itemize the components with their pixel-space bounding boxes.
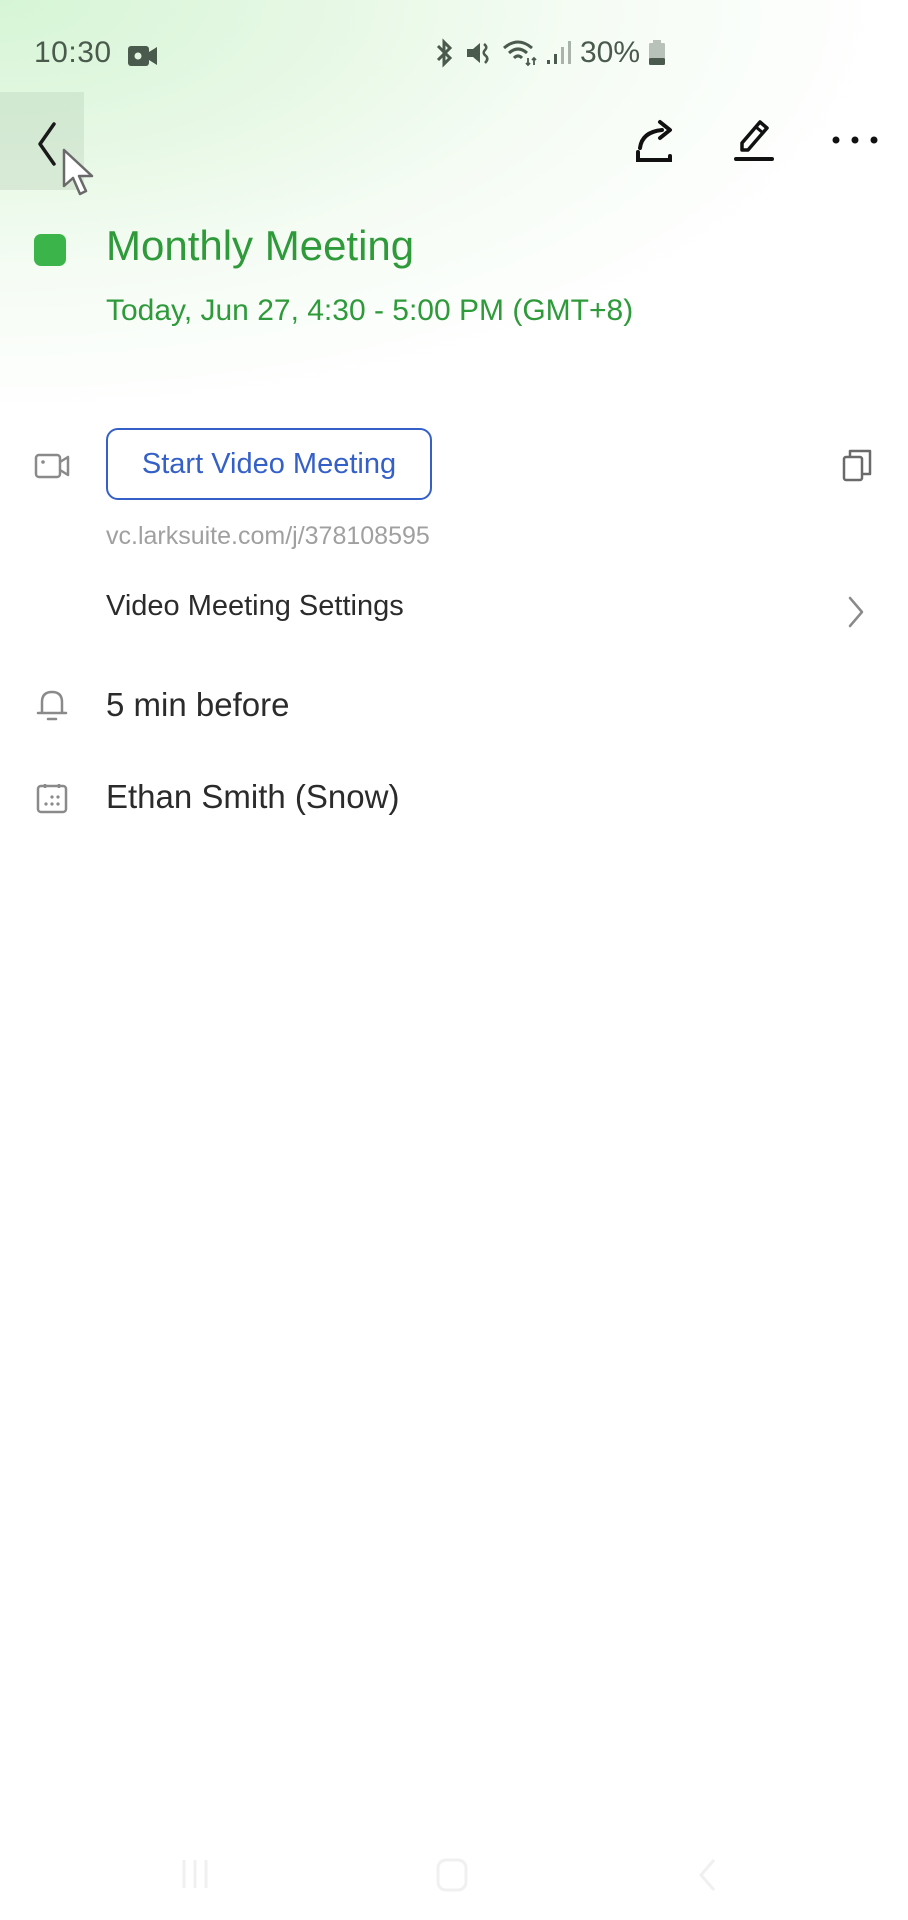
event-datetime: Today, Jun 27, 4:30 - 5:00 PM (GMT+8) bbox=[106, 294, 634, 327]
bluetooth-icon bbox=[436, 38, 453, 68]
video-record-icon bbox=[128, 46, 157, 66]
chevron-right-icon[interactable] bbox=[846, 594, 866, 630]
copy-icon[interactable] bbox=[842, 448, 872, 482]
calendar-icon bbox=[36, 784, 68, 814]
event-title: Monthly Meeting bbox=[106, 222, 415, 269]
meeting-link[interactable]: vc.larksuite.com/j/378108595 bbox=[106, 522, 430, 551]
share-icon[interactable] bbox=[636, 118, 680, 164]
video-camera-icon bbox=[34, 453, 70, 479]
start-video-meeting-button[interactable]: Start Video Meeting bbox=[106, 428, 432, 500]
battery-icon bbox=[649, 40, 666, 65]
nav-back-icon[interactable] bbox=[696, 1856, 718, 1894]
event-color-indicator bbox=[34, 234, 66, 266]
more-icon[interactable] bbox=[830, 130, 880, 150]
signal-icon bbox=[547, 41, 571, 64]
wifi-icon bbox=[503, 40, 537, 67]
reminder-text[interactable]: 5 min before bbox=[106, 686, 289, 724]
battery-percent: 30% bbox=[580, 36, 641, 69]
video-meeting-settings[interactable]: Video Meeting Settings bbox=[106, 590, 404, 623]
home-icon[interactable] bbox=[434, 1856, 470, 1894]
status-time: 10:30 bbox=[34, 36, 112, 69]
mute-icon bbox=[467, 43, 489, 64]
mouse-cursor-icon bbox=[62, 148, 94, 196]
edit-icon[interactable] bbox=[732, 116, 776, 164]
status-icons: 30% bbox=[432, 36, 666, 70]
calendar-owner: Ethan Smith (Snow) bbox=[106, 778, 400, 815]
recent-apps-icon[interactable] bbox=[178, 1856, 212, 1892]
bell-icon bbox=[36, 690, 68, 721]
